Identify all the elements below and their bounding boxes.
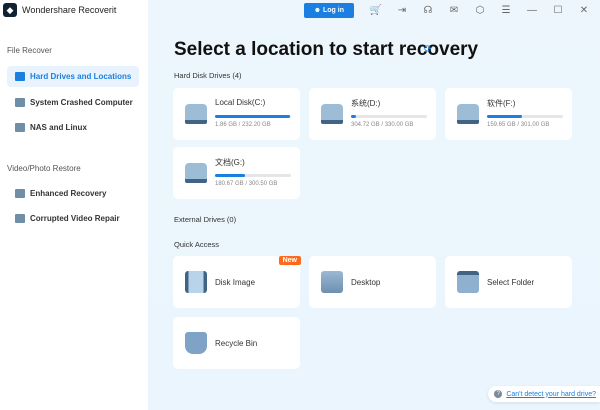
- minimize-icon[interactable]: —: [522, 5, 542, 16]
- external-drives-label: External Drives (0): [174, 215, 237, 224]
- app-logo-icon: ◆: [3, 3, 17, 17]
- drive-card[interactable]: Local Disk(C:) 1.86 GB / 232.20 GB: [173, 88, 300, 140]
- drive-icon: [321, 104, 343, 124]
- sidebar-item-label: NAS and Linux: [30, 123, 87, 132]
- drive-name: 软件(F:): [487, 99, 516, 108]
- sidebar-item-enhanced-recovery[interactable]: Enhanced Recovery: [7, 183, 139, 204]
- section-video-restore: Video/Photo Restore: [7, 164, 81, 173]
- sidebar-item-system-crashed[interactable]: System Crashed Computer: [7, 92, 139, 113]
- drive-usage-bar: [351, 115, 427, 118]
- drive-usage-fill: [487, 115, 522, 118]
- sidebar-item-label: Enhanced Recovery: [30, 189, 107, 198]
- sidebar: ◆ Wondershare Recoverit File Recover Har…: [0, 0, 148, 410]
- folder-icon: [457, 271, 479, 293]
- video-repair-icon: [15, 214, 25, 223]
- drive-usage-bar: [487, 115, 563, 118]
- drive-usage-bar: [215, 174, 291, 177]
- hard-drive-icon: [15, 72, 25, 81]
- drive-icon: [185, 163, 207, 183]
- drive-size: 180.67 GB / 300.50 GB: [215, 181, 278, 187]
- drive-name: 文档(G:): [215, 158, 245, 167]
- question-icon: ?: [494, 390, 503, 398]
- drive-usage-bar: [215, 115, 291, 118]
- sidebar-item-hard-drives[interactable]: Hard Drives and Locations: [7, 66, 139, 87]
- quick-select-folder[interactable]: Select Folder: [445, 256, 572, 308]
- drive-name: Local Disk(C:): [215, 98, 266, 107]
- login-label: Log in: [323, 7, 344, 14]
- close-icon[interactable]: ✕: [574, 5, 594, 16]
- recycle-bin-icon: [185, 332, 207, 354]
- quick-name: Recycle Bin: [215, 339, 258, 348]
- app-title: Wondershare Recoverit: [22, 5, 117, 15]
- drive-card[interactable]: 文档(G:) 180.67 GB / 300.50 GB: [173, 147, 300, 199]
- top-bar: ☻ Log in 🛒 ⇥ ☊ ✉ ⬡ ☰ — ☐ ✕: [303, 3, 600, 18]
- quick-name: Disk Image: [215, 278, 256, 287]
- windows-drive-icon: [185, 104, 207, 124]
- server-icon: [15, 123, 25, 132]
- drive-icon: [457, 104, 479, 124]
- sidebar-item-label: Hard Drives and Locations: [30, 72, 132, 81]
- maximize-icon[interactable]: ☐: [548, 5, 568, 16]
- camera-icon: [15, 189, 25, 198]
- quick-desktop[interactable]: Desktop: [309, 256, 436, 308]
- mail-icon[interactable]: ✉: [444, 5, 464, 16]
- quick-recycle-bin[interactable]: Recycle Bin: [173, 317, 300, 369]
- quick-name: Select Folder: [487, 278, 535, 287]
- sidebar-item-label: Corrupted Video Repair: [30, 214, 120, 223]
- drive-name: 系统(D:): [351, 99, 381, 108]
- monitor-icon: [15, 98, 25, 107]
- main-panel: ☻ Log in 🛒 ⇥ ☊ ✉ ⬡ ☰ — ☐ ✕ Select a loca…: [148, 0, 600, 410]
- drive-card[interactable]: 系统(D:) 304.72 GB / 330.00 GB: [309, 88, 436, 140]
- quick-name: Desktop: [351, 278, 381, 287]
- drive-usage-fill: [215, 174, 245, 177]
- quick-access-label: Quick Access: [174, 240, 220, 249]
- cart-icon[interactable]: 🛒: [366, 5, 386, 16]
- shield-icon[interactable]: ⬡: [470, 5, 490, 16]
- page-title: Select a location to start recovery: [174, 39, 479, 60]
- drive-size: 159.65 GB / 301.00 GB: [487, 122, 550, 128]
- hard-disk-label: Hard Disk Drives (4): [174, 71, 242, 80]
- desktop-icon: [321, 271, 343, 293]
- headset-icon[interactable]: ☊: [418, 5, 438, 16]
- cant-detect-link[interactable]: Can't detect your hard drive?: [506, 391, 596, 398]
- help-pill: ? Can't detect your hard drive?: [488, 386, 600, 402]
- sidebar-item-nas[interactable]: NAS and Linux: [7, 117, 139, 138]
- menu-icon[interactable]: ☰: [496, 5, 516, 16]
- disk-image-icon: [185, 271, 207, 293]
- sidebar-item-video-repair[interactable]: Corrupted Video Repair: [7, 208, 139, 229]
- drive-size: 304.72 GB / 330.00 GB: [351, 122, 414, 128]
- new-badge: New: [278, 256, 301, 265]
- quick-disk-image[interactable]: Disk Image New: [173, 256, 301, 308]
- drive-size: 1.86 GB / 232.20 GB: [215, 122, 271, 128]
- drive-usage-fill: [351, 115, 356, 118]
- import-icon[interactable]: ⇥: [392, 5, 412, 16]
- refresh-icon[interactable]: ⟳: [424, 44, 432, 55]
- sidebar-item-label: System Crashed Computer: [30, 98, 133, 107]
- drive-card[interactable]: 软件(F:) 159.65 GB / 301.00 GB: [445, 88, 572, 140]
- drive-usage-fill: [215, 115, 291, 118]
- login-button[interactable]: ☻ Log in: [303, 3, 354, 18]
- section-file-recover: File Recover: [7, 46, 52, 55]
